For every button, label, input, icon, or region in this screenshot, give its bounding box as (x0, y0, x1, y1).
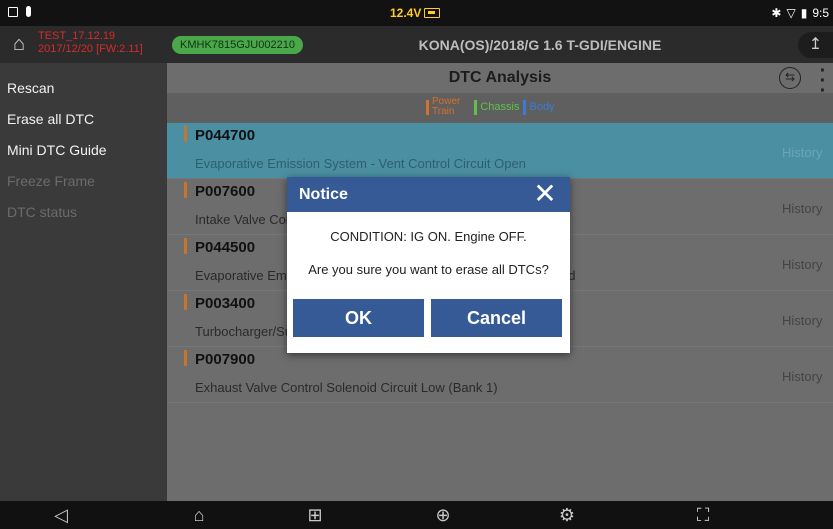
modal-overlay: Notice ✕ CONDITION: IG ON. Engine OFF. A… (0, 0, 833, 529)
cancel-button[interactable]: Cancel (431, 299, 562, 337)
notice-dialog: Notice ✕ CONDITION: IG ON. Engine OFF. A… (287, 177, 570, 353)
ok-button[interactable]: OK (293, 299, 424, 337)
close-icon: ✕ (533, 178, 557, 209)
dialog-close-button[interactable]: ✕ (531, 180, 559, 208)
dialog-question: Are you sure you want to erase all DTCs? (308, 262, 549, 277)
dialog-header: Notice ✕ (287, 177, 570, 212)
dialog-title: Notice (299, 186, 348, 203)
screen: 12.4V ✱ ▽ ▮ 9:5 ⌂ TEST_17.12.19 2017/12/… (0, 0, 833, 529)
dialog-condition: CONDITION: IG ON. Engine OFF. (330, 229, 527, 244)
